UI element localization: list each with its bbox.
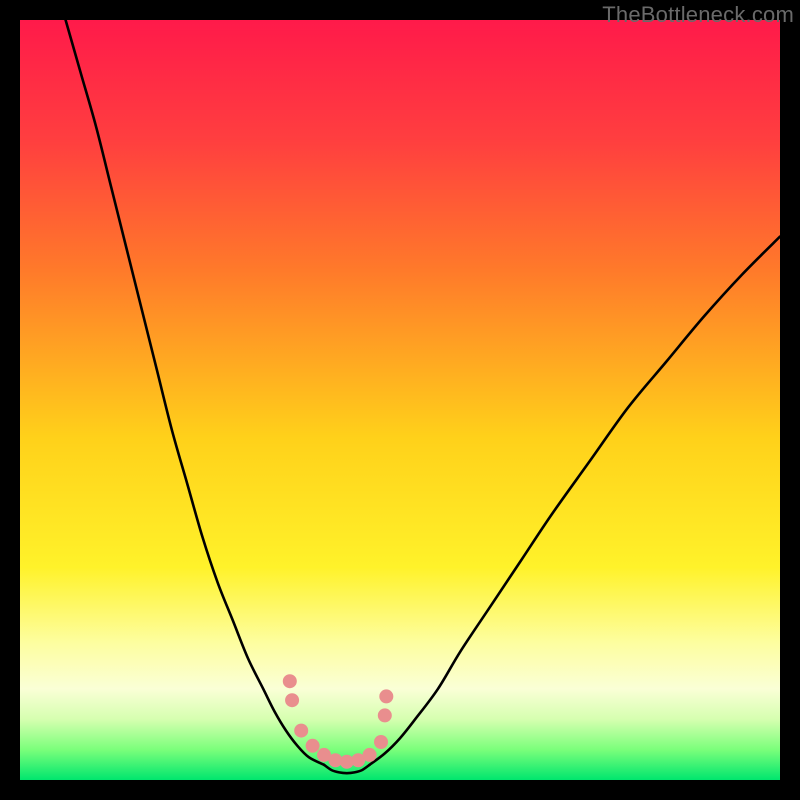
watermark-text: TheBottleneck.com xyxy=(602,2,794,28)
data-marker xyxy=(374,735,388,749)
data-marker xyxy=(306,739,320,753)
data-marker xyxy=(285,693,299,707)
data-marker xyxy=(294,724,308,738)
data-marker xyxy=(379,689,393,703)
gradient-background xyxy=(20,20,780,780)
chart-frame xyxy=(20,20,780,780)
bottleneck-chart xyxy=(20,20,780,780)
data-marker xyxy=(378,708,392,722)
data-marker xyxy=(283,674,297,688)
data-marker xyxy=(363,748,377,762)
